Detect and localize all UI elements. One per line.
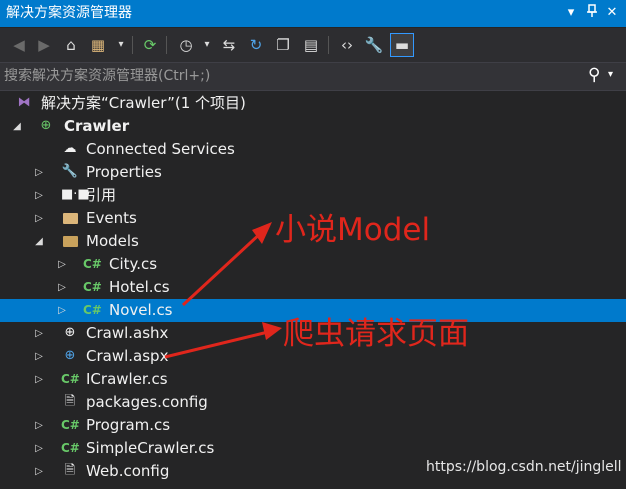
search-bar: ⚲ ▾	[0, 62, 626, 91]
config-file-icon: 🗎	[64, 463, 76, 478]
show-all-files-icon[interactable]: ▤	[300, 34, 322, 56]
collapse-all-icon[interactable]: ❐	[272, 34, 294, 56]
dropdown-icon[interactable]: ▾	[562, 4, 580, 22]
collapsed-arrow-icon[interactable]: ▷	[56, 253, 68, 276]
open-folder-icon	[61, 232, 79, 250]
project-label: Crawler	[64, 117, 130, 135]
search-options-icon[interactable]: ▾	[608, 69, 613, 80]
csharp-file-icon: C#	[83, 257, 102, 271]
csharp-file-icon: C#	[61, 372, 80, 386]
web-form-icon: ⊕	[64, 348, 76, 363]
collapsed-arrow-icon[interactable]: ▷	[33, 368, 45, 391]
code-view-icon[interactable]: ‹›	[336, 34, 358, 56]
csharp-file-icon: C#	[61, 441, 80, 455]
home-icon[interactable]: ⌂	[60, 34, 82, 56]
toolbar-separator	[328, 36, 329, 54]
properties-icon[interactable]: 🔧	[363, 34, 385, 56]
item-label: packages.config	[86, 393, 208, 411]
collapsed-arrow-icon[interactable]: ▷	[33, 414, 45, 437]
tree-item-icrawler-cs[interactable]: ▷ C# ICrawler.cs	[0, 368, 626, 391]
wrench-icon: 🔧	[61, 164, 79, 179]
item-label: Novel.cs	[109, 301, 173, 319]
tree-solution-row[interactable]: ⧓ 解决方案“Crawler”(1 个项目)	[0, 92, 626, 115]
back-icon[interactable]: ◀	[8, 34, 30, 56]
tree-item-city-cs[interactable]: ▷ C# City.cs	[0, 253, 626, 276]
toolbar: ◀ ▶ ⌂ ▦ ▾ ⟳ ◷ ▾ ⇆ ↻ ❐ ▤ ‹› 🔧 ▬	[0, 28, 626, 62]
web-project-icon: ⊕	[40, 118, 52, 133]
handler-file-icon: ⊕	[64, 325, 76, 340]
chevron-down-icon[interactable]: ▾	[110, 34, 132, 56]
collapsed-arrow-icon[interactable]: ▷	[56, 299, 68, 322]
csharp-file-icon: C#	[83, 303, 102, 317]
item-label: ICrawler.cs	[86, 370, 168, 388]
collapsed-arrow-icon[interactable]: ▷	[33, 460, 45, 483]
expanded-arrow-icon[interactable]: ◢	[11, 115, 23, 138]
folder-icon	[61, 209, 79, 227]
collapsed-arrow-icon[interactable]: ▷	[56, 276, 68, 299]
item-label: Crawl.aspx	[86, 347, 169, 365]
references-icon: ■·■	[61, 187, 90, 202]
csharp-file-icon: C#	[83, 280, 102, 294]
collapsed-arrow-icon[interactable]: ▷	[33, 322, 45, 345]
item-label: Connected Services	[86, 140, 235, 158]
preview-icon[interactable]: ▬	[390, 33, 414, 57]
tree-item-packages-config[interactable]: 🗎 packages.config	[0, 391, 626, 414]
collapsed-arrow-icon[interactable]: ▷	[33, 345, 45, 368]
pin-icon[interactable]	[583, 4, 601, 22]
collapsed-arrow-icon[interactable]: ▷	[33, 437, 45, 460]
annotation-crawler-note: 爬虫请求页面	[283, 316, 469, 352]
refresh-icon[interactable]: ↻	[245, 34, 267, 56]
expanded-arrow-icon[interactable]: ◢	[33, 230, 45, 253]
item-label: Crawl.ashx	[86, 324, 169, 342]
search-input[interactable]	[4, 66, 574, 86]
config-file-icon: 🗎	[64, 394, 76, 409]
cloud-icon: ☁	[63, 141, 77, 156]
item-label: Hotel.cs	[109, 278, 170, 296]
collapsed-arrow-icon[interactable]: ▷	[33, 207, 45, 230]
solution-icon: ⧓	[17, 95, 31, 110]
chevron-down-icon[interactable]: ▾	[196, 34, 218, 56]
item-label: City.cs	[109, 255, 158, 273]
csharp-file-icon: C#	[61, 418, 80, 432]
item-label: Properties	[86, 163, 162, 181]
item-label: Models	[86, 232, 139, 250]
tree-item-properties[interactable]: ▷ 🔧 Properties	[0, 161, 626, 184]
tree-project-row[interactable]: ◢ ⊕ Crawler	[0, 115, 626, 138]
tree-item-connected-services[interactable]: ☁ Connected Services	[0, 138, 626, 161]
watermark: https://blog.csdn.net/jinglell	[426, 459, 622, 475]
item-label: Events	[86, 209, 137, 227]
solution-label: 解决方案“Crawler”(1 个项目)	[41, 94, 246, 112]
tree-item-hotel-cs[interactable]: ▷ C# Hotel.cs	[0, 276, 626, 299]
forward-icon[interactable]: ▶	[33, 34, 55, 56]
item-label: Program.cs	[86, 416, 171, 434]
toolbar-separator	[166, 36, 167, 54]
item-label: SimpleCrawler.cs	[86, 439, 215, 457]
title-bar: 解决方案资源管理器 ▾ ✕	[0, 0, 626, 27]
history-icon[interactable]: ◷	[175, 34, 197, 56]
switch-views-icon[interactable]: ▦	[87, 34, 109, 56]
sync-icon[interactable]: ⇆	[218, 34, 240, 56]
item-label: Web.config	[86, 462, 170, 480]
close-icon[interactable]: ✕	[603, 4, 621, 22]
toolbar-separator	[132, 36, 133, 54]
pending-changes-icon[interactable]: ⟳	[139, 34, 161, 56]
window-title: 解决方案资源管理器	[6, 5, 132, 21]
item-label: 引用	[86, 186, 117, 204]
annotation-model-note: 小说Model	[275, 212, 431, 248]
tree-item-simplecrawler-cs[interactable]: ▷ C# SimpleCrawler.cs	[0, 437, 626, 460]
collapsed-arrow-icon[interactable]: ▷	[33, 161, 45, 184]
search-icon[interactable]: ⚲	[588, 65, 600, 85]
collapsed-arrow-icon[interactable]: ▷	[33, 184, 45, 207]
tree-item-program-cs[interactable]: ▷ C# Program.cs	[0, 414, 626, 437]
